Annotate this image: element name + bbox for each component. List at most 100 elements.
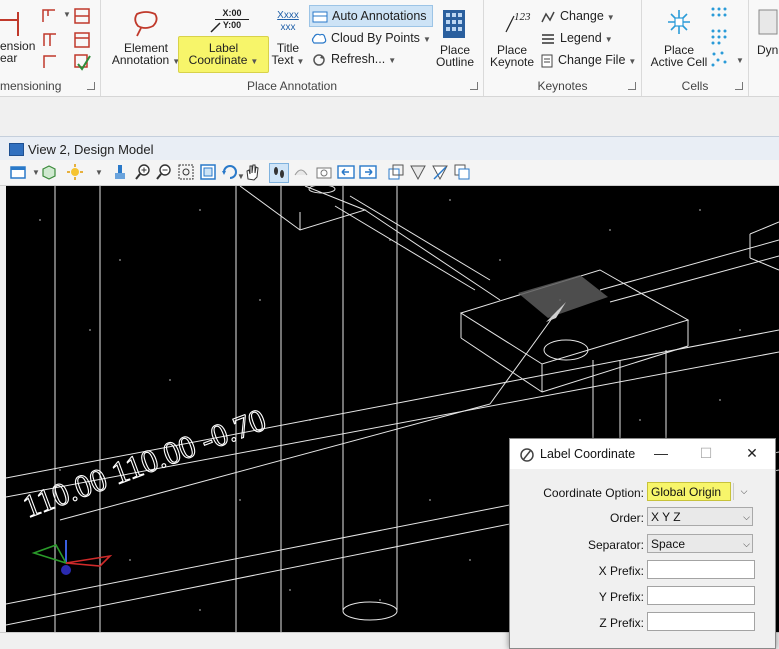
dialog-title: Label Coordinate [540, 447, 636, 461]
label-coordinate-tool-icon [520, 448, 534, 462]
group-keynotes-launcher-icon[interactable] [628, 82, 636, 90]
separator-select[interactable]: Space ⌵ [647, 534, 753, 553]
y-prefix-label: Y Prefix: [598, 590, 644, 604]
cloud-by-points-label: Cloud By Points [331, 31, 420, 45]
place-outline-icon [443, 10, 465, 38]
camera-icon[interactable] [315, 163, 333, 181]
clip-mask-icon[interactable] [409, 163, 427, 181]
minimize-button[interactable]: — [650, 443, 672, 463]
brush-icon[interactable] [111, 163, 129, 181]
dimension-angle-caret[interactable]: ▼ [63, 10, 71, 19]
order-value: X Y Z [651, 510, 681, 524]
fit-view-icon[interactable] [199, 163, 217, 181]
element-annotation-icon [134, 11, 158, 37]
group-place-annotation: Element Annotation ▼ X:00 Y:00 Label Coor… [101, 0, 484, 96]
z-prefix-label: Z Prefix: [599, 616, 644, 630]
saved-views-icon[interactable] [453, 163, 471, 181]
place-keynote-button[interactable]: Place Keynote [488, 44, 536, 68]
label-target-highlight [518, 275, 608, 318]
x-prefix-row: X Prefix: [510, 560, 775, 582]
group-dimensioning-launcher-icon[interactable] [87, 82, 95, 90]
group-place-annotation-launcher-icon[interactable] [470, 82, 478, 90]
x-prefix-input[interactable] [647, 560, 755, 579]
view-attributes-icon[interactable] [9, 163, 27, 181]
display-style-icon[interactable] [40, 163, 58, 181]
maximize-button[interactable]: ☐ [695, 443, 717, 463]
place-active-cell-line2: Active Cell [650, 55, 708, 69]
cloud-icon [311, 33, 327, 44]
lighting-caret[interactable]: ▼ [95, 168, 103, 177]
zoom-out-icon[interactable] [155, 163, 173, 181]
place-active-cell-icon [668, 10, 690, 34]
pan-hand-icon[interactable] [243, 163, 261, 181]
dimension-element-button[interactable]: ension ear [0, 40, 35, 64]
view-title-bar[interactable]: View 2, Design Model [0, 136, 779, 161]
group-dimensioning: ension ear ▼ mensioning [0, 0, 101, 96]
auto-annotations-label: Auto Annotations [332, 9, 427, 23]
dimension-angle-icon[interactable] [40, 6, 60, 26]
view-previous-icon[interactable] [337, 163, 355, 181]
dynamic-button[interactable]: Dyn [757, 44, 778, 56]
place-keynote-icon: 123 [505, 11, 531, 33]
workspace-gap [0, 97, 779, 130]
cloud-by-points-button[interactable]: Cloud By Points ▼ [311, 28, 435, 48]
dimension-check-icon[interactable] [72, 52, 92, 72]
dynamic-line1: Dyn [757, 43, 779, 57]
label-coordinate-leader-icon [210, 22, 221, 33]
z-prefix-input[interactable] [647, 612, 755, 631]
separator-dropdown-icon: ⌵ [743, 539, 750, 549]
separator-row: Separator: Space ⌵ [510, 534, 775, 556]
order-dropdown-icon: ⌵ [743, 512, 750, 522]
y-prefix-input[interactable] [647, 586, 755, 605]
place-active-cell-button[interactable]: Place Active Cell [646, 44, 712, 68]
cell-grid-icon[interactable] [710, 28, 728, 46]
auto-annotations-button[interactable]: Auto Annotations [309, 5, 433, 27]
label-coordinate-button[interactable]: Label Coordinate ▼ [178, 36, 269, 73]
label-coordinate-line2-text: Coordinate [188, 53, 248, 67]
group-cells-launcher-icon[interactable] [735, 82, 743, 90]
place-outline-line2: Outline [435, 55, 475, 69]
separator-label: Separator: [587, 538, 644, 552]
change-button[interactable]: Change ▼ [540, 6, 630, 26]
refresh-icon [313, 53, 325, 66]
group-keynotes-label: Keynotes [537, 79, 588, 93]
coordinate-option-select[interactable]: Global Origin [647, 482, 731, 501]
dimension-size-icon[interactable] [72, 30, 92, 50]
walk-icon[interactable] [269, 163, 289, 183]
lighting-icon[interactable] [66, 163, 84, 181]
dynamic-icon [758, 9, 778, 35]
view-attributes-caret[interactable]: ▼ [32, 168, 40, 177]
place-outline-button[interactable]: Place Outline [431, 44, 479, 68]
group-cells-label: Cells [681, 79, 709, 93]
order-select[interactable]: X Y Z ⌵ [647, 507, 753, 526]
refresh-button[interactable]: Refresh... ▼ [311, 49, 397, 69]
legend-button[interactable]: Legend ▼ [540, 28, 630, 48]
clip-toggle-icon[interactable] [431, 163, 449, 181]
legend-label: Legend [560, 31, 602, 45]
zoom-in-icon[interactable] [134, 163, 152, 181]
cloud-by-points-caret: ▼ [422, 35, 431, 44]
cells-more-caret[interactable]: ▼ [736, 56, 744, 65]
title-text-caret: ▼ [296, 57, 305, 66]
coordinate-option-dropdown-icon[interactable]: ⌵ [733, 483, 754, 500]
title-text-icon-a: Xxxx [277, 10, 299, 21]
title-text-line2-text: Text [271, 53, 294, 67]
cell-pattern-icon[interactable] [710, 6, 728, 24]
group-dimensioning-label: mensioning [0, 79, 62, 93]
previous-view-icon[interactable] [292, 163, 310, 181]
dimension-ordinate-icon[interactable] [72, 6, 92, 26]
title-text-button[interactable]: Title Text ▼ [271, 42, 305, 68]
dimension-linear-icon[interactable] [0, 8, 30, 38]
view-next-icon[interactable] [359, 163, 377, 181]
dimension-reset-icon[interactable] [40, 52, 60, 72]
dialog-title-bar[interactable]: Label Coordinate — ☐ ✕ [510, 439, 775, 469]
legend-icon [542, 33, 554, 44]
group-partial-right: Dyn [749, 0, 779, 96]
window-area-icon[interactable] [177, 163, 195, 181]
dimension-radial-icon[interactable] [40, 30, 60, 50]
change-file-button[interactable]: Change File ▼ [540, 50, 640, 70]
cell-scatter-icon[interactable] [710, 50, 728, 68]
clip-volume-icon[interactable] [387, 163, 405, 181]
element-annotation-button[interactable]: Element Annotation ▼ [109, 42, 183, 68]
close-button[interactable]: ✕ [741, 443, 763, 463]
